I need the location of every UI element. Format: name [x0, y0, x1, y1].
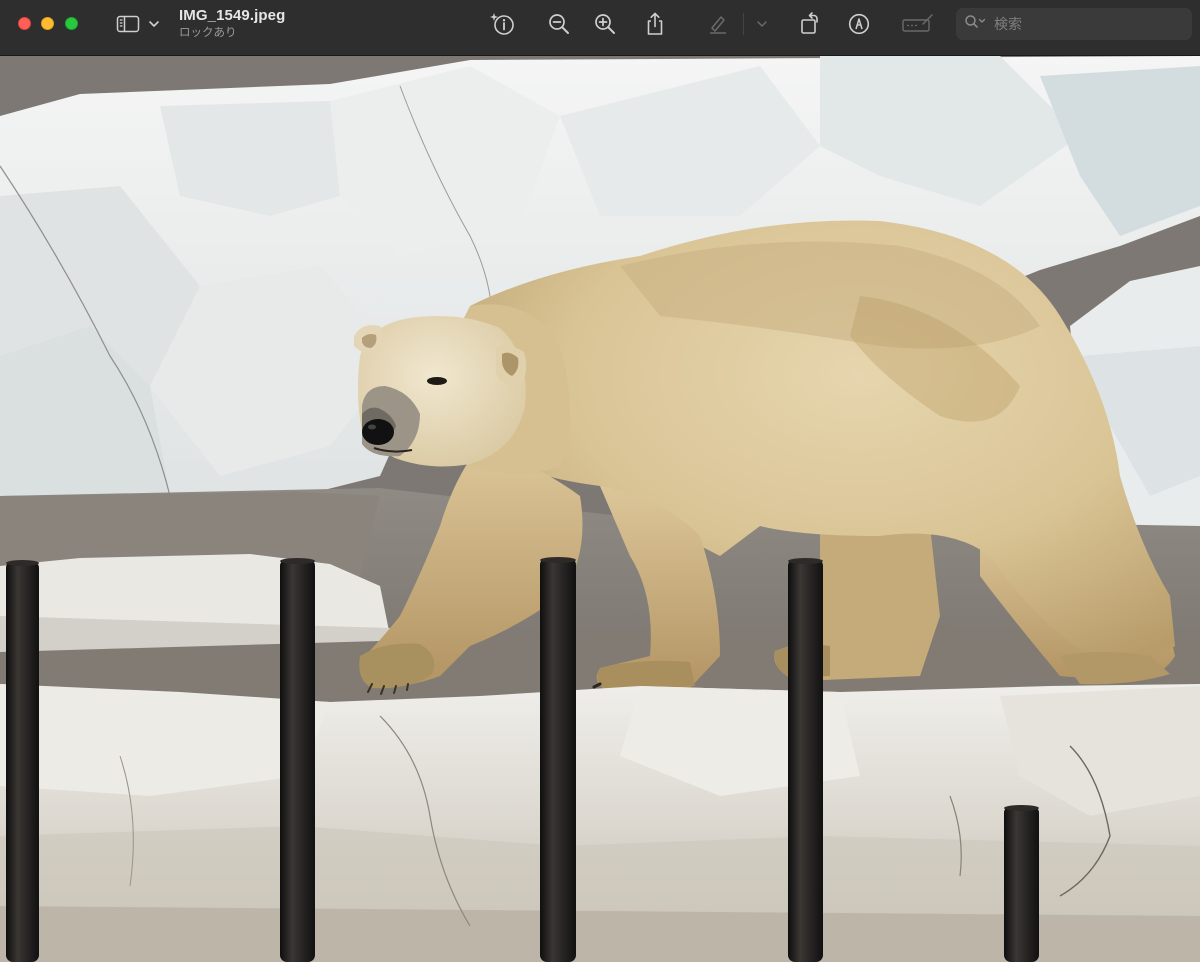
- share-button[interactable]: [641, 8, 669, 40]
- zoom-in-icon: [593, 12, 617, 36]
- form-fill-icon: [901, 12, 935, 36]
- minimize-window-button[interactable]: [41, 17, 54, 30]
- bear-nose: [362, 419, 394, 445]
- zoom-out-button[interactable]: [545, 8, 573, 40]
- search-input[interactable]: [992, 15, 1176, 33]
- rotate-button[interactable]: [796, 8, 824, 40]
- zoom-in-button[interactable]: [591, 8, 619, 40]
- document-subtitle: ロックあり: [179, 27, 237, 39]
- search-field[interactable]: [956, 8, 1192, 40]
- sidebar-menu-button[interactable]: [146, 8, 162, 40]
- highlighter-icon: [706, 12, 730, 36]
- info-button[interactable]: [487, 8, 519, 40]
- toolbar: IMG_1549.jpeg ロックあり: [0, 0, 1200, 56]
- search-icon: [964, 14, 988, 35]
- zoom-window-button[interactable]: [65, 17, 78, 30]
- zoom-out-icon: [547, 12, 571, 36]
- sidebar-icon: [116, 14, 140, 34]
- sidebar-toggle-button[interactable]: [114, 8, 142, 40]
- markup-pen-icon: [847, 12, 871, 36]
- markup-button[interactable]: [845, 8, 873, 40]
- chevron-down-icon: [756, 19, 768, 29]
- form-fill-button[interactable]: [900, 8, 936, 40]
- chevron-down-icon: [148, 19, 160, 29]
- bear-eye: [427, 377, 447, 385]
- preview-window: IMG_1549.jpeg ロックあり: [0, 0, 1200, 962]
- document-title: IMG_1549.jpeg: [179, 7, 286, 24]
- rotate-icon: [798, 11, 822, 37]
- toolbar-divider: [743, 13, 744, 35]
- image-canvas[interactable]: [0, 56, 1200, 962]
- title-block: IMG_1549.jpeg ロックあり: [179, 7, 285, 40]
- share-icon: [644, 11, 666, 37]
- info-sparkle-icon: [488, 10, 518, 38]
- highlight-button[interactable]: [704, 8, 732, 40]
- photo: [0, 56, 1200, 962]
- highlight-menu-button[interactable]: [754, 8, 770, 40]
- close-window-button[interactable]: [18, 17, 31, 30]
